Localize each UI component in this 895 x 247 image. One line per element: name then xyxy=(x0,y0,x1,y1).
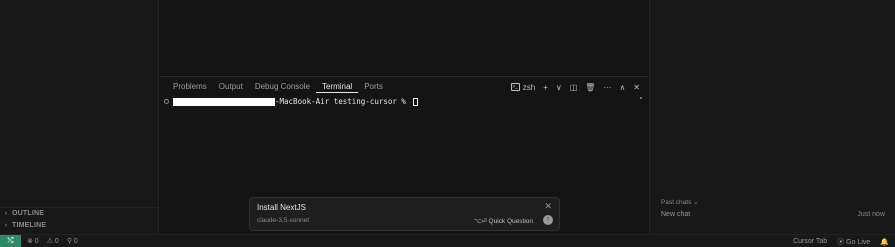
redacted-username xyxy=(173,97,275,106)
timeline-label: TIMELINE xyxy=(12,221,47,229)
command-decoration-icon xyxy=(164,99,169,104)
chat-timestamp: Just now xyxy=(857,211,885,218)
timeline-section-header[interactable]: › TIMELINE xyxy=(0,219,159,231)
tab-output[interactable]: Output xyxy=(213,81,249,93)
errors-count[interactable]: ⊗ 0 xyxy=(27,237,39,245)
status-bar: ⤭ ⊗ 0 ⚠ 0 ⚲ 0 Cursor Tab ⦿ Go Live 🔔 xyxy=(0,234,895,247)
terminal-cursor xyxy=(413,97,419,106)
close-icon[interactable]: ✕ xyxy=(544,201,552,212)
more-actions-icon[interactable]: ··· xyxy=(603,83,611,92)
tab-ports[interactable]: Ports xyxy=(358,81,389,93)
outline-section-header[interactable]: › OUTLINE xyxy=(0,207,159,219)
trash-icon[interactable]: 🗑 xyxy=(585,83,595,92)
terminal-prompt-line[interactable]: -MacBook-Air testing-cursor % xyxy=(164,97,419,106)
past-chats-toggle[interactable]: Past chats ⌄ xyxy=(661,198,699,206)
cursor-tab-status[interactable]: Cursor Tab xyxy=(793,238,827,245)
new-terminal-icon[interactable]: + xyxy=(543,83,548,92)
quick-question-popup: Install NextJS ✕ claude-3.5-sonnet ⌥⏎ Qu… xyxy=(249,197,560,231)
tab-problems[interactable]: Problems xyxy=(167,81,213,93)
popup-input[interactable]: Install NextJS xyxy=(257,203,306,212)
panel-actions: >_ zsh + ∨ ◫ 🗑 ··· ∧ ✕ xyxy=(510,81,640,93)
chevron-right-icon: › xyxy=(4,221,8,229)
send-button[interactable]: ↑ xyxy=(543,215,553,225)
terminal-icon: >_ xyxy=(510,83,520,91)
go-live-button[interactable]: ⦿ Go Live xyxy=(837,237,870,247)
editor-area xyxy=(160,0,648,76)
remote-icon[interactable]: ⤭ xyxy=(0,234,21,247)
quick-question-hint[interactable]: ⌥⏎ Quick Question xyxy=(474,217,533,225)
outline-label: OUTLINE xyxy=(12,210,45,217)
ports-count[interactable]: ⚲ 0 xyxy=(67,237,78,245)
chevron-down-icon[interactable]: ∨ xyxy=(556,83,562,92)
shell-name: zsh xyxy=(522,82,536,92)
chevron-right-icon: › xyxy=(4,210,8,217)
terminal-shell-selector[interactable]: >_ zsh xyxy=(510,82,536,92)
close-panel-icon[interactable]: ✕ xyxy=(633,83,640,92)
model-selector[interactable]: claude-3.5-sonnet xyxy=(257,217,309,224)
maximize-panel-icon[interactable]: ∧ xyxy=(619,83,625,92)
status-left: ⊗ 0 ⚠ 0 ⚲ 0 xyxy=(27,237,78,245)
status-right: Cursor Tab ⦿ Go Live 🔔 xyxy=(793,235,889,247)
bell-icon[interactable]: 🔔 xyxy=(880,238,889,246)
terminal-prompt: -MacBook-Air testing-cursor % xyxy=(275,97,411,106)
chat-panel: Past chats ⌄ New chat Just now xyxy=(649,0,895,234)
new-chat-item[interactable]: New chat xyxy=(661,211,690,218)
warnings-count[interactable]: ⚠ 0 xyxy=(47,237,59,245)
scrollbar-marker xyxy=(640,97,642,99)
primary-sidebar: › OUTLINE › TIMELINE xyxy=(0,0,159,234)
tab-terminal[interactable]: Terminal xyxy=(315,81,359,93)
split-terminal-icon[interactable]: ◫ xyxy=(570,83,578,92)
tab-debug-console[interactable]: Debug Console xyxy=(249,81,316,93)
panel-tabs: Problems Output Debug Console Terminal P… xyxy=(167,81,389,93)
